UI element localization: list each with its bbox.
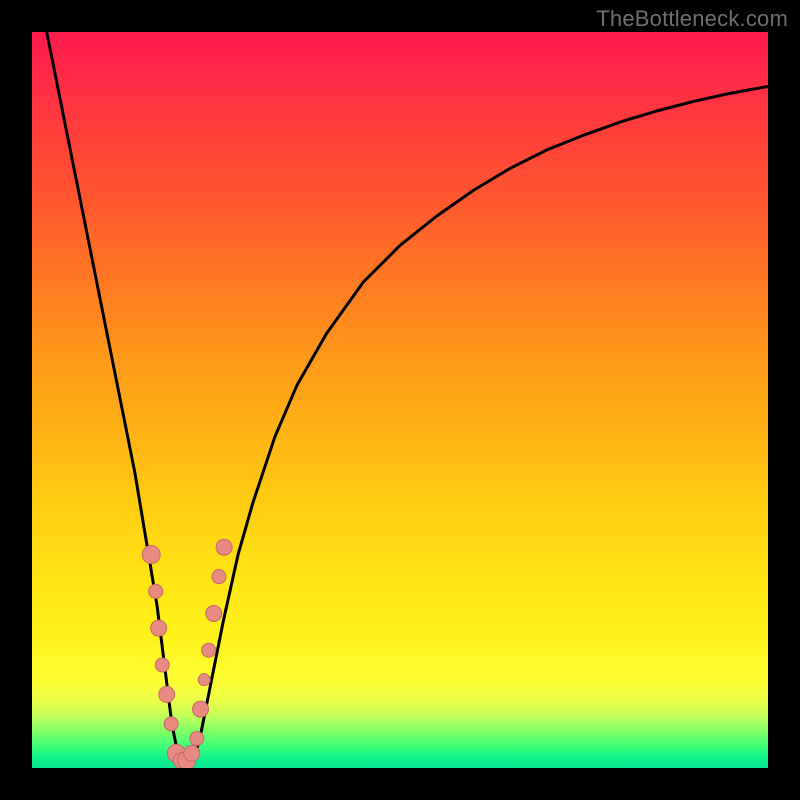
data-point-marker bbox=[184, 745, 200, 761]
chart-outer-frame: TheBottleneck.com bbox=[0, 0, 800, 800]
data-point-marker bbox=[149, 584, 163, 598]
data-point-marker bbox=[151, 620, 167, 636]
data-point-marker bbox=[206, 605, 222, 621]
data-point-marker bbox=[202, 643, 216, 657]
attribution-label: TheBottleneck.com bbox=[596, 6, 788, 32]
bottleneck-curve bbox=[32, 32, 768, 768]
data-point-marker bbox=[216, 539, 232, 555]
chart-svg bbox=[32, 32, 768, 768]
data-point-marker bbox=[159, 686, 175, 702]
data-point-marker bbox=[193, 701, 209, 717]
data-point-marker bbox=[142, 546, 160, 564]
chart-plot-area bbox=[32, 32, 768, 768]
data-point-marker bbox=[198, 674, 210, 686]
data-point-marker bbox=[212, 570, 226, 584]
data-point-marker bbox=[190, 732, 204, 746]
data-point-marker bbox=[155, 658, 169, 672]
data-point-marker bbox=[164, 717, 178, 731]
